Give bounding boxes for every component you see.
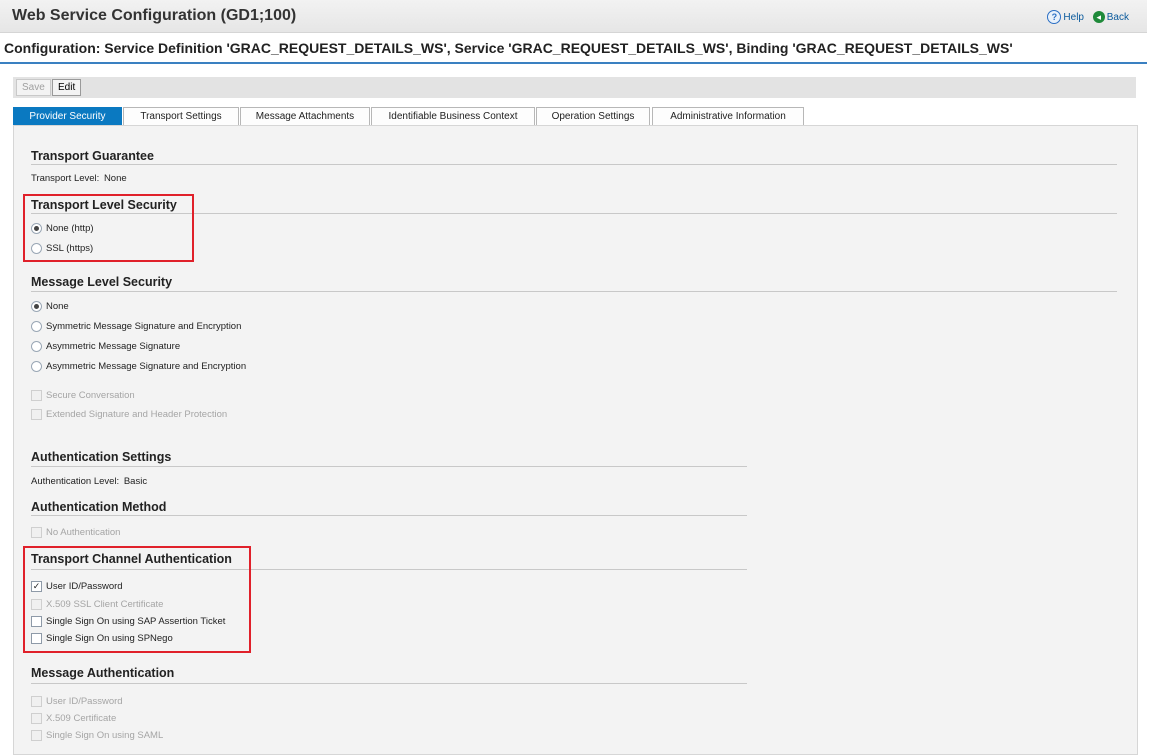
section-divider bbox=[31, 683, 747, 684]
checkbox-icon bbox=[31, 409, 42, 420]
radio-symmetric-signature-encryption[interactable]: Symmetric Message Signature and Encrypti… bbox=[31, 321, 241, 332]
back-label: Back bbox=[1106, 11, 1129, 23]
transport-level-label: Transport Level: None bbox=[31, 173, 127, 184]
title-bar: Web Service Configuration (GD1;100) ? He… bbox=[0, 0, 1147, 33]
section-divider bbox=[31, 164, 1117, 165]
section-divider bbox=[31, 291, 1117, 292]
tab-operation-settings[interactable]: Operation Settings bbox=[536, 107, 650, 126]
checkbox-x509-certificate[interactable]: X.509 Certificate bbox=[31, 713, 116, 724]
back-link[interactable]: ◂ Back bbox=[1092, 11, 1129, 23]
help-link[interactable]: ? Help bbox=[1047, 10, 1084, 24]
header-links: ? Help ◂ Back bbox=[1041, 10, 1129, 24]
transport-level-value: None bbox=[103, 173, 127, 184]
tab-provider-security[interactable]: Provider Security bbox=[13, 107, 122, 126]
radio-asymmetric-signature[interactable]: Asymmetric Message Signature bbox=[31, 341, 180, 352]
transport-guarantee-heading: Transport Guarantee bbox=[31, 149, 154, 163]
highlight-box-transport-level-security bbox=[23, 194, 194, 262]
checkbox-extended-signature[interactable]: Extended Signature and Header Protection bbox=[31, 409, 227, 420]
save-button[interactable]: Save bbox=[16, 79, 51, 96]
content-panel: Transport Guarantee Transport Level: Non… bbox=[13, 125, 1138, 755]
tab-identifiable-business-context[interactable]: Identifiable Business Context bbox=[371, 107, 535, 126]
tab-message-attachments[interactable]: Message Attachments bbox=[240, 107, 370, 126]
checkbox-icon bbox=[31, 527, 42, 538]
title-divider bbox=[0, 62, 1147, 64]
edit-button[interactable]: Edit bbox=[52, 79, 82, 96]
radio-empty-icon bbox=[31, 321, 42, 332]
section-divider bbox=[31, 515, 747, 516]
checkbox-icon bbox=[31, 730, 42, 741]
checkbox-icon bbox=[31, 390, 42, 401]
page-title: Configuration: Service Definition 'GRAC_… bbox=[4, 40, 1013, 56]
message-authentication-heading: Message Authentication bbox=[31, 666, 175, 680]
help-label: Help bbox=[1063, 11, 1084, 23]
back-arrow-icon: ◂ bbox=[1092, 11, 1105, 23]
checkbox-no-authentication[interactable]: No Authentication bbox=[31, 527, 120, 538]
radio-selected-icon bbox=[31, 301, 42, 312]
toolbar: Save Edit bbox=[13, 77, 1136, 98]
authentication-level-value: Basic bbox=[123, 476, 148, 487]
radio-asymmetric-signature-encryption[interactable]: Asymmetric Message Signature and Encrypt… bbox=[31, 361, 246, 372]
message-level-security-heading: Message Level Security bbox=[31, 275, 173, 289]
checkbox-icon bbox=[31, 696, 42, 707]
checkbox-sso-saml[interactable]: Single Sign On using SAML bbox=[31, 730, 163, 741]
radio-empty-icon bbox=[31, 361, 42, 372]
highlight-box-transport-channel-authentication bbox=[23, 546, 251, 653]
section-divider bbox=[31, 466, 747, 467]
radio-empty-icon bbox=[31, 341, 42, 352]
checkbox-secure-conversation[interactable]: Secure Conversation bbox=[31, 390, 135, 401]
help-icon: ? bbox=[1047, 10, 1062, 24]
checkbox-icon bbox=[31, 713, 42, 724]
authentication-method-heading: Authentication Method bbox=[31, 500, 167, 514]
tab-administrative-information[interactable]: Administrative Information bbox=[652, 107, 804, 126]
checkbox-message-user-id-password[interactable]: User ID/Password bbox=[31, 696, 123, 707]
authentication-settings-heading: Authentication Settings bbox=[31, 450, 172, 464]
authentication-level-label: Authentication Level: Basic bbox=[31, 476, 148, 487]
tab-transport-settings[interactable]: Transport Settings bbox=[123, 107, 239, 126]
app-title: Web Service Configuration (GD1;100) bbox=[12, 7, 297, 24]
radio-message-none[interactable]: None bbox=[31, 301, 69, 312]
